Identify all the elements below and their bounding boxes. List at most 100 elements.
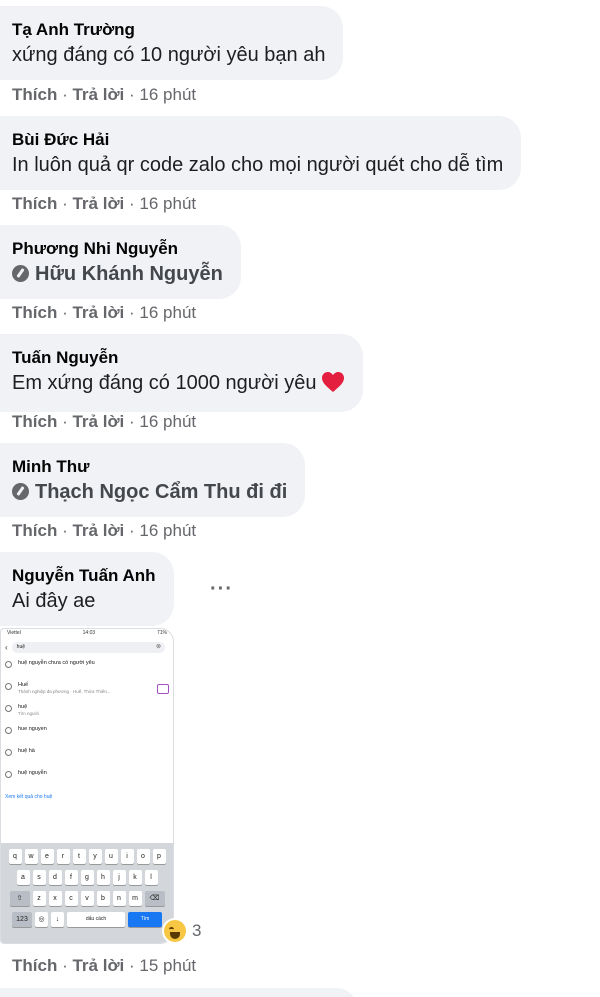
- keyboard-key: m: [128, 891, 142, 906]
- search-icon: [5, 683, 12, 690]
- carrier: Viettel: [7, 630, 21, 636]
- comment-bubble[interactable]: Tạ Anh Trường xứng đáng có 10 người yêu …: [0, 6, 344, 80]
- comment-bubble[interactable]: Tuấn Nguyễn Em xứng đáng có 1000 người y…: [0, 334, 363, 412]
- like-button[interactable]: Thích: [12, 956, 57, 975]
- search-result-text: huệ nguyễn chưa có người yêu: [18, 658, 95, 667]
- like-button[interactable]: Thích: [12, 85, 57, 104]
- heart-icon: [321, 371, 345, 400]
- comment-text: Thạch Ngọc Cẩm Thu đi đi: [12, 479, 287, 505]
- back-arrow-icon: ‹: [5, 642, 8, 652]
- separator: ·: [129, 521, 135, 540]
- comment-actions: Thích · Trả lời · 16 phút: [12, 521, 196, 541]
- separator: ·: [62, 85, 68, 104]
- reply-button[interactable]: Trả lời: [72, 194, 124, 213]
- reply-button[interactable]: Trả lời: [72, 303, 124, 322]
- reply-button[interactable]: Trả lời: [72, 412, 124, 431]
- reply-button[interactable]: Trả lời: [72, 85, 124, 104]
- comment-actions: Thích · Trả lời · 16 phút: [12, 303, 196, 323]
- phone-search-results: huệ nguyễn chưa có người yêu Huế Thành ngh…: [1, 656, 173, 788]
- search-result-row: huệ Tìm người: [1, 700, 173, 722]
- like-button[interactable]: Thích: [12, 521, 57, 540]
- comment: Tạ Anh Trường xứng đáng có 10 người yêu …: [0, 6, 344, 80]
- more-options-icon[interactable]: ···: [210, 578, 233, 601]
- keyboard-key: f: [64, 870, 78, 885]
- search-result-row: huệ hà: [1, 744, 173, 766]
- keyboard-key: p: [152, 849, 166, 864]
- like-button[interactable]: Thích: [12, 194, 57, 213]
- numbers-key: 123: [12, 912, 32, 927]
- comment-bubble[interactable]: Minh Thư Thạch Ngọc Cẩm Thu đi đi: [0, 443, 306, 517]
- comment-author[interactable]: Tuấn Nguyễn: [12, 348, 345, 368]
- comment-time[interactable]: 15 phút: [139, 956, 196, 975]
- search-result-text: Huế Thành nghiệp đa phương · Huế, Thừa Th…: [18, 680, 111, 695]
- like-button[interactable]: Thích: [12, 412, 57, 431]
- comment-actions: Thích · Trả lời · 16 phút: [12, 85, 196, 105]
- keyboard-key: l: [144, 870, 158, 885]
- comment-author[interactable]: Nguyễn Tuấn Anh: [12, 566, 156, 586]
- space-key: dấu cách: [67, 912, 125, 927]
- comment-text: Em xứng đáng có 1000 người yêu: [12, 370, 345, 400]
- search-result-text: huệ hà: [18, 746, 35, 755]
- reply-button[interactable]: Trả lời: [72, 956, 124, 975]
- comment-time[interactable]: 16 phút: [139, 303, 196, 322]
- comment-time[interactable]: 16 phút: [139, 194, 196, 213]
- battery: 71%: [156, 630, 167, 636]
- keyboard-key: i: [120, 849, 134, 864]
- search-result-title: huệ: [18, 704, 28, 710]
- comment-actions: Thích · Trả lời · 16 phút: [12, 412, 196, 432]
- search-icon: [5, 727, 12, 734]
- reaction-count: 3: [192, 921, 202, 940]
- search-result-title: Huế: [18, 682, 29, 688]
- comment-bubble[interactable]: Bùi Đức Hải In luôn quả qr code zalo cho…: [0, 116, 522, 190]
- comment-text: Ai đây ae: [12, 590, 96, 612]
- comment-text: xứng đáng có 10 người yêu bạn ah: [12, 44, 326, 66]
- keyboard-key: d: [48, 870, 62, 885]
- clear-icon: ⊗: [155, 643, 161, 650]
- mention-icon: [12, 483, 29, 500]
- separator: ·: [62, 956, 68, 975]
- comment-author[interactable]: Phương Nhi Nguyễn: [12, 239, 223, 259]
- search-result-title: huệ hà: [18, 748, 35, 754]
- separator: ·: [62, 194, 68, 213]
- phone-status-bar: Viettel 14:03 71%: [1, 629, 173, 638]
- comment-author[interactable]: Minh Thư: [12, 457, 287, 477]
- comment: Nguyễn Tuấn Anh Ai đây ae: [0, 552, 174, 626]
- keyboard-row: 123 ◎ ↓ dấu cách Tìm: [4, 912, 170, 927]
- comment-text: Hữu Khánh Nguyễn: [12, 261, 223, 287]
- comment-author[interactable]: Tạ Anh Trường: [12, 20, 325, 40]
- keyboard-key: o: [136, 849, 150, 864]
- comment-time[interactable]: 16 phút: [139, 521, 196, 540]
- comment-bubble[interactable]: Phương Nhi Nguyễn Hữu Khánh Nguyễn: [0, 225, 241, 299]
- search-result-row: huệ nguyễn: [1, 766, 173, 788]
- clock: 14:03: [82, 630, 96, 636]
- comment-bubble[interactable]: Nguyễn Tuấn Anh Ai đây ae: [0, 552, 174, 626]
- comment-time[interactable]: 16 phút: [139, 412, 196, 431]
- comment-bubble[interactable]: [0, 988, 358, 997]
- separator: ·: [62, 303, 68, 322]
- reaction-summary[interactable]: 3: [162, 918, 201, 944]
- search-result-subtitle: Thành nghiệp đa phương · Huế, Thừa Thiên…: [18, 689, 111, 694]
- like-button[interactable]: Thích: [12, 303, 57, 322]
- haha-icon: [162, 918, 188, 944]
- comment: Bùi Đức Hải In luôn quả qr code zalo cho…: [0, 116, 522, 190]
- separator: ·: [129, 194, 135, 213]
- reply-button[interactable]: Trả lời: [72, 521, 124, 540]
- separator: ·: [129, 303, 135, 322]
- keyboard-row: ⇧ zxcvbnm ⌫: [4, 891, 170, 906]
- search-result-text: hue nguyen: [18, 724, 47, 733]
- search-result-text: huệ nguyễn: [18, 768, 47, 777]
- separator: ·: [129, 85, 135, 104]
- search-result-title: hue nguyen: [18, 726, 47, 732]
- search-result-title: huệ nguyễn chưa có người yêu: [18, 660, 95, 666]
- comment-time[interactable]: 16 phút: [139, 85, 196, 104]
- mention-link[interactable]: Hữu Khánh Nguyễn: [35, 263, 223, 285]
- comment-author[interactable]: Bùi Đức Hải: [12, 130, 503, 150]
- keyboard-key: h: [96, 870, 110, 885]
- mention-link[interactable]: Thạch Ngọc Cẩm Thu: [35, 481, 241, 503]
- keyboard-key: u: [104, 849, 118, 864]
- attached-image[interactable]: Viettel 14:03 71% ‹ huệ ⊗ huệ nguyễn chư…: [0, 628, 174, 944]
- keyboard-key: a: [16, 870, 30, 885]
- separator: ·: [129, 412, 135, 431]
- keyboard-key: q: [8, 849, 22, 864]
- search-result-subtitle: Tìm người: [18, 711, 39, 716]
